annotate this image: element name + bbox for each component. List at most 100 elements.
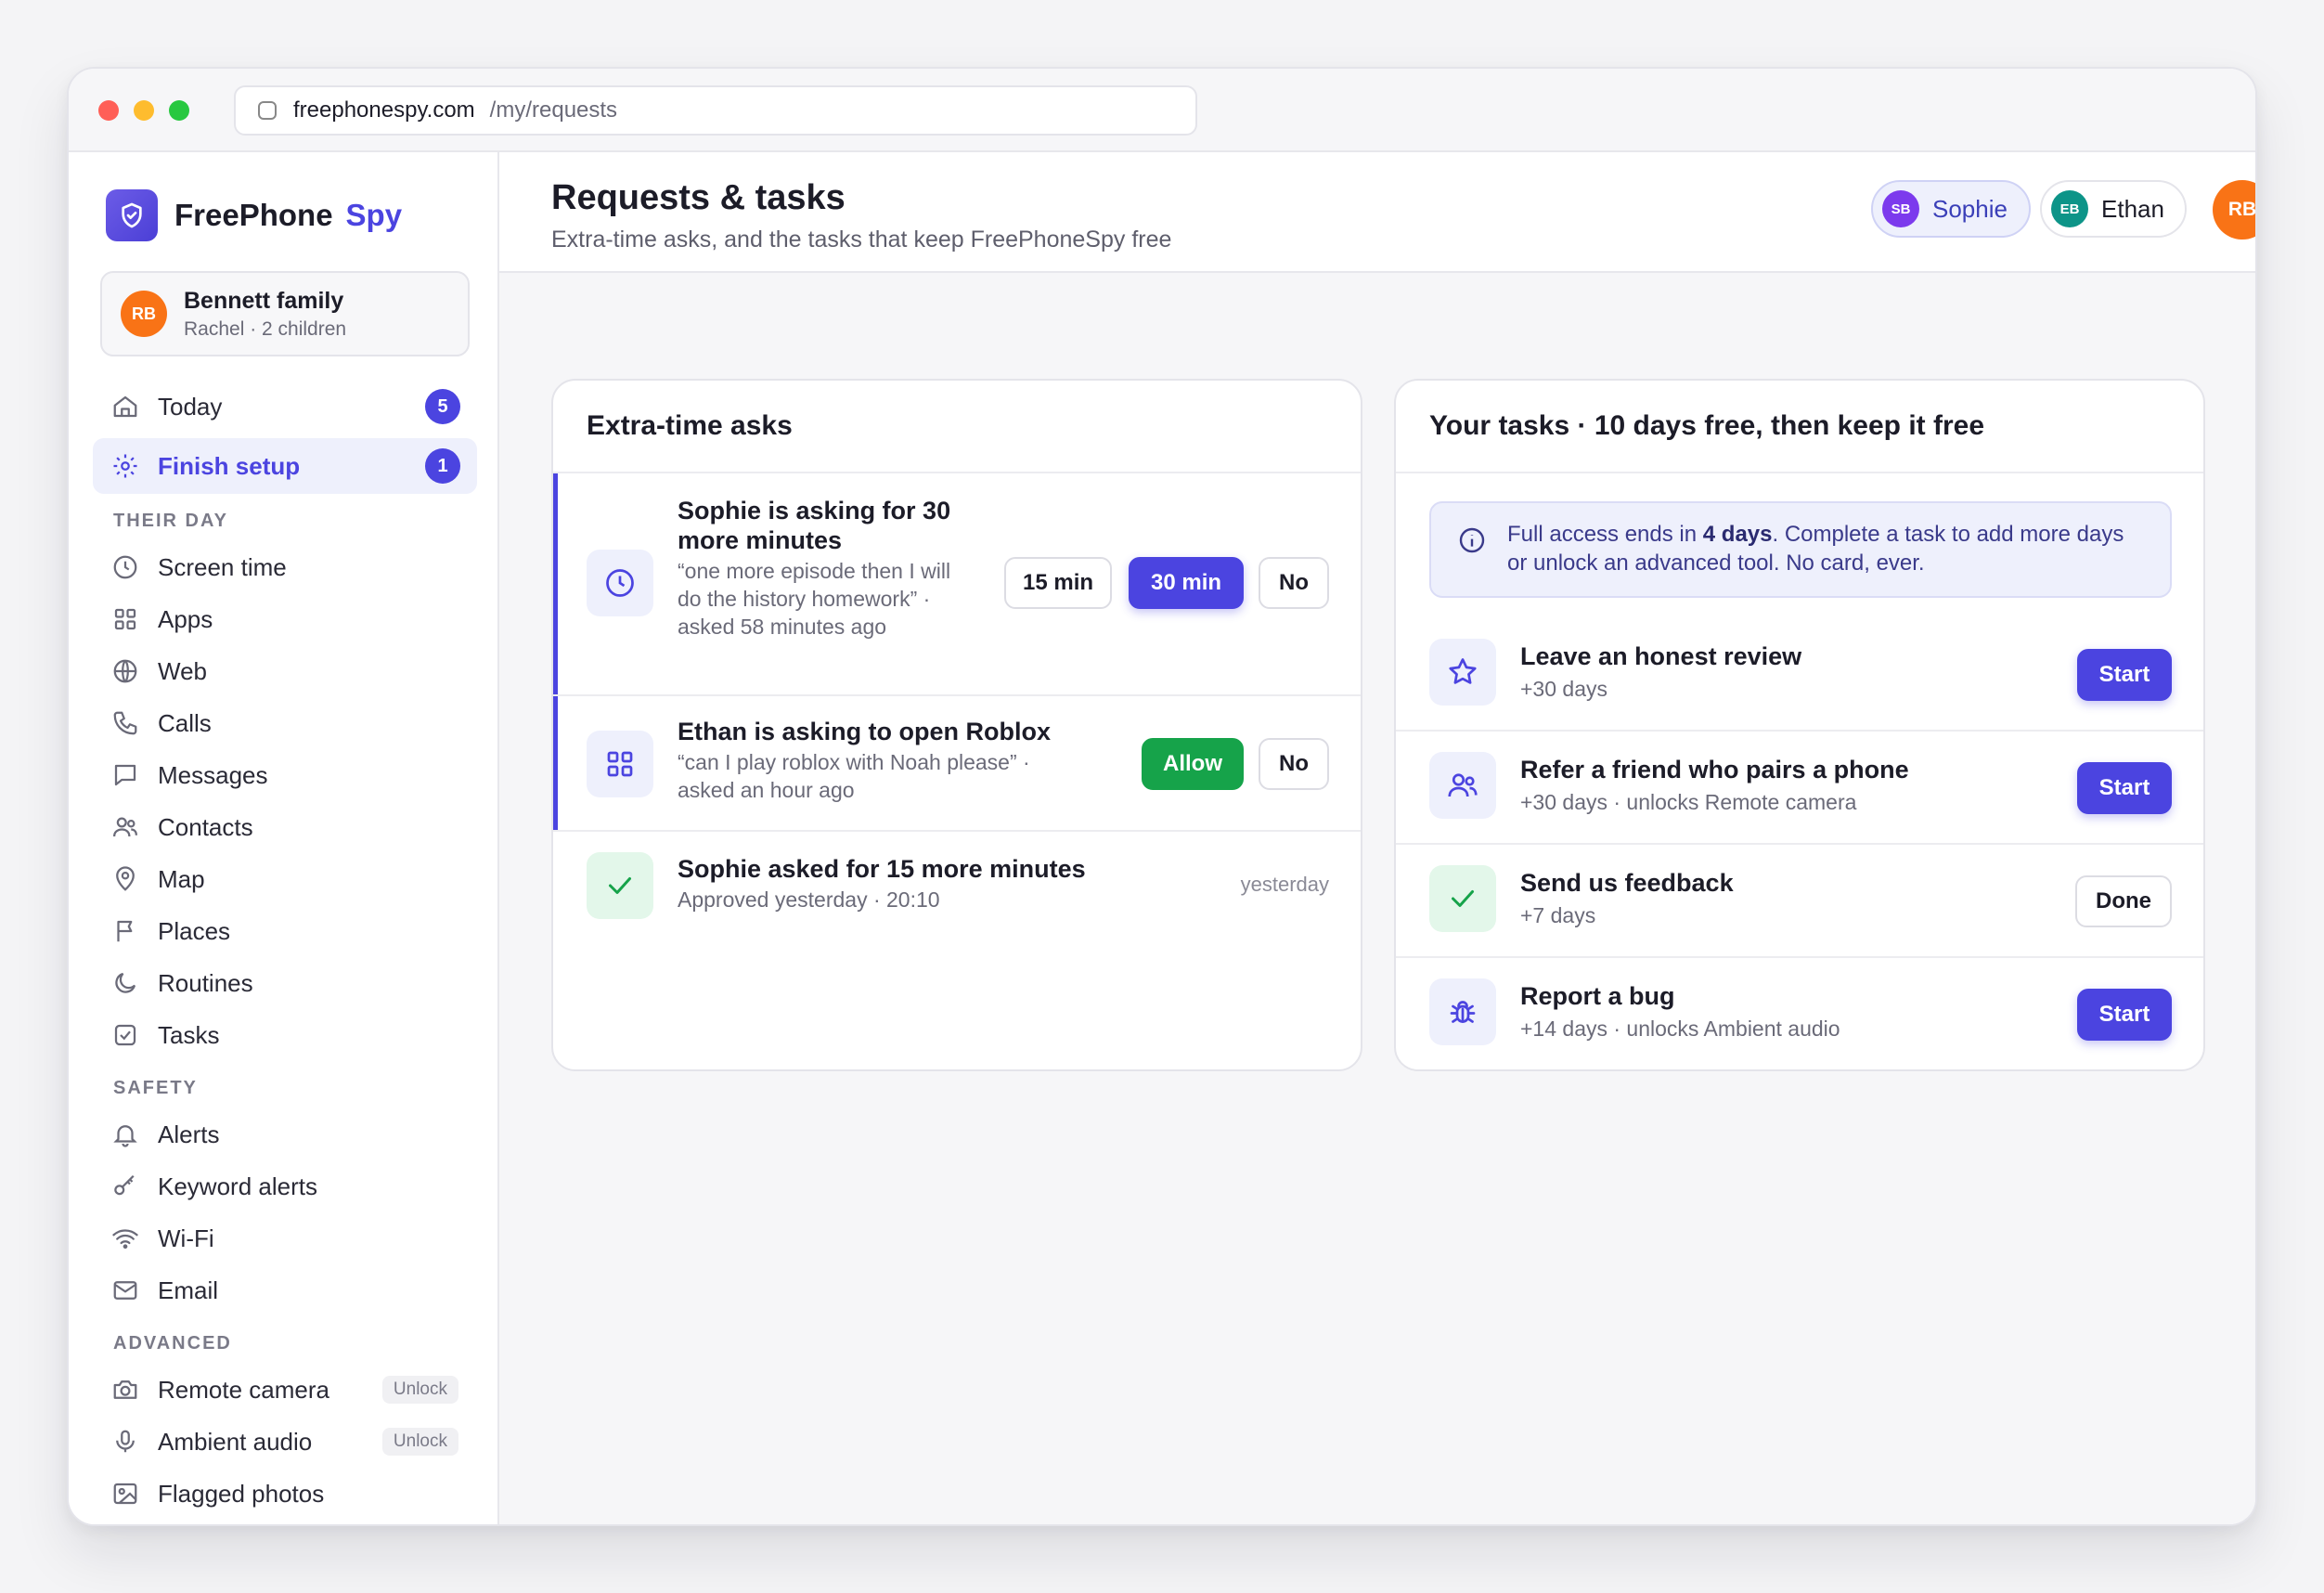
task-subtitle: +30 days · unlocks Remote camera: [1520, 790, 1857, 814]
section-label-their-day: THEIR DAY: [113, 511, 228, 531]
extra-time-asks-card: Extra-time asks Sophie is asking for 30 …: [551, 379, 1362, 1071]
shield-logo-icon: [106, 189, 158, 241]
task-title: Send us feedback: [1520, 869, 1734, 897]
checkbox-icon: [111, 1021, 139, 1049]
list-item: Sophie is asking for 30 more minutes “on…: [553, 473, 1361, 696]
child-name: Sophie: [1932, 194, 2008, 223]
maximize-window-button[interactable]: [169, 100, 189, 121]
deny-button[interactable]: No: [1259, 738, 1329, 790]
sidebar-item-label: Wi-Fi: [158, 1224, 214, 1252]
timestamp: yesterday: [1240, 873, 1329, 896]
page-subtitle: Extra-time asks, and the tasks that keep…: [551, 227, 1172, 253]
clock-icon: [587, 550, 653, 616]
gear-icon: [111, 452, 139, 480]
section-label-advanced: ADVANCED: [113, 1333, 232, 1353]
sidebar-nav: Today 5 Finish setup 1 THEIR DAY Screen …: [93, 379, 477, 1520]
sidebar-item-flagged-photos[interactable]: Flagged photos: [93, 1468, 477, 1520]
start-task-button[interactable]: Start: [2077, 989, 2172, 1041]
start-task-button[interactable]: Start: [2077, 762, 2172, 814]
address-bar[interactable]: freephonespy.com /my/requests: [234, 85, 1197, 136]
sidebar-item-tasks[interactable]: Tasks: [93, 1009, 477, 1061]
sidebar-item-wifi[interactable]: Wi-Fi: [93, 1212, 477, 1264]
request-title: Sophie asked for 15 more minutes: [678, 855, 1086, 883]
sidebar-item-label: Ambient audio: [158, 1427, 313, 1456]
sidebar-item-label: Apps: [158, 604, 213, 633]
task-row: Report a bug +14 days · unlocks Ambient …: [1396, 958, 2203, 1069]
url-host: freephonespy.com: [293, 97, 475, 123]
sidebar-item-remote-camera[interactable]: Remote camera Unlock: [93, 1364, 477, 1416]
sidebar-item-contacts[interactable]: Contacts: [93, 801, 477, 853]
count-badge: 5: [425, 389, 460, 424]
sidebar-item-screen-time[interactable]: Screen time: [93, 541, 477, 593]
browser-window: freephonespy.com /my/requests FreePhone …: [67, 67, 2257, 1526]
clock-icon: [111, 553, 139, 581]
info-text-prefix: Full access ends in: [1507, 522, 1703, 547]
sidebar-item-apps[interactable]: Apps: [93, 593, 477, 645]
sidebar-item-places[interactable]: Places: [93, 905, 477, 957]
bug-icon: [1429, 978, 1496, 1045]
task-row: Send us feedback +7 days Done: [1396, 845, 2203, 958]
card-title: Extra-time asks: [553, 381, 1361, 473]
check-icon: [587, 852, 653, 919]
sidebar-item-calls[interactable]: Calls: [93, 697, 477, 749]
pin-icon: [111, 865, 139, 893]
child-switch-sophie[interactable]: SB Sophie: [1871, 180, 2031, 238]
grant-15-min-button[interactable]: 15 min: [1004, 557, 1112, 609]
sidebar-item-label: Routines: [158, 968, 253, 997]
sidebar-item-finish-setup[interactable]: Finish setup 1: [93, 438, 477, 494]
users-icon: [111, 813, 139, 841]
sidebar-item-label: Map: [158, 864, 205, 893]
close-window-button[interactable]: [98, 100, 119, 121]
card-title: Your tasks · 10 days free, then keep it …: [1396, 381, 2203, 473]
message-icon: [111, 761, 139, 789]
sidebar-item-today[interactable]: Today 5: [93, 379, 477, 434]
allow-button[interactable]: Allow: [1142, 738, 1244, 790]
trial-info-box: Full access ends in 4 days. Complete a t…: [1429, 501, 2172, 598]
deny-button[interactable]: No: [1259, 557, 1329, 609]
sidebar-item-label: Messages: [158, 760, 268, 789]
key-icon: [111, 1172, 139, 1200]
sidebar-item-email[interactable]: Email: [93, 1264, 477, 1316]
child-name: Ethan: [2101, 194, 2164, 223]
sidebar-item-label: Remote camera: [158, 1375, 329, 1404]
sidebar-item-label: Calls: [158, 708, 212, 737]
home-icon: [111, 393, 139, 421]
sidebar-item-ambient-audio[interactable]: Ambient audio Unlock: [93, 1416, 477, 1468]
avatar: EB: [2051, 190, 2088, 227]
info-days-remaining: 4 days: [1702, 522, 1773, 547]
child-switch-ethan[interactable]: EB Ethan: [2040, 180, 2187, 238]
sidebar-item-map[interactable]: Map: [93, 853, 477, 905]
sidebar-item-web[interactable]: Web: [93, 645, 477, 697]
check-icon: [1429, 865, 1496, 932]
minimize-window-button[interactable]: [134, 100, 154, 121]
info-icon: [1459, 527, 1485, 553]
request-title: Ethan is asking to open Roblox: [678, 718, 1052, 745]
family-switcher[interactable]: RB Bennett family Rachel · 2 children: [100, 271, 470, 356]
done-task-button[interactable]: Done: [2075, 875, 2172, 927]
wifi-icon: [111, 1224, 139, 1252]
camera-icon: [111, 1376, 139, 1404]
sidebar-item-label: Tasks: [158, 1020, 220, 1049]
user-avatar[interactable]: RB: [2213, 180, 2255, 240]
image-icon: [111, 1480, 139, 1508]
list-item: Ethan is asking to open Roblox “can I pl…: [553, 696, 1361, 832]
task-title: Leave an honest review: [1520, 642, 1802, 670]
sidebar-item-routines[interactable]: Routines: [93, 957, 477, 1009]
sidebar-item-label: Contacts: [158, 812, 253, 841]
task-row: Refer a friend who pairs a phone +30 day…: [1396, 732, 2203, 845]
family-subtitle: Rachel · 2 children: [184, 317, 347, 340]
sidebar-item-keyword-alerts[interactable]: Keyword alerts: [93, 1160, 477, 1212]
request-subtitle: Approved yesterday · 20:10: [678, 887, 940, 912]
task-subtitle: +14 days · unlocks Ambient audio: [1520, 1017, 1840, 1041]
task-title: Report a bug: [1520, 982, 1675, 1010]
sidebar-item-label: Keyword alerts: [158, 1172, 317, 1200]
flag-icon: [111, 917, 139, 945]
tasks-card: Your tasks · 10 days free, then keep it …: [1394, 379, 2205, 1071]
sidebar-item-label: Flagged photos: [158, 1479, 325, 1508]
brand[interactable]: FreePhone Spy: [106, 189, 402, 241]
sidebar-item-messages[interactable]: Messages: [93, 749, 477, 801]
page-title: Requests & tasks: [551, 178, 846, 217]
sidebar-item-alerts[interactable]: Alerts: [93, 1108, 477, 1160]
start-task-button[interactable]: Start: [2077, 649, 2172, 701]
grant-30-min-button[interactable]: 30 min: [1129, 557, 1244, 609]
